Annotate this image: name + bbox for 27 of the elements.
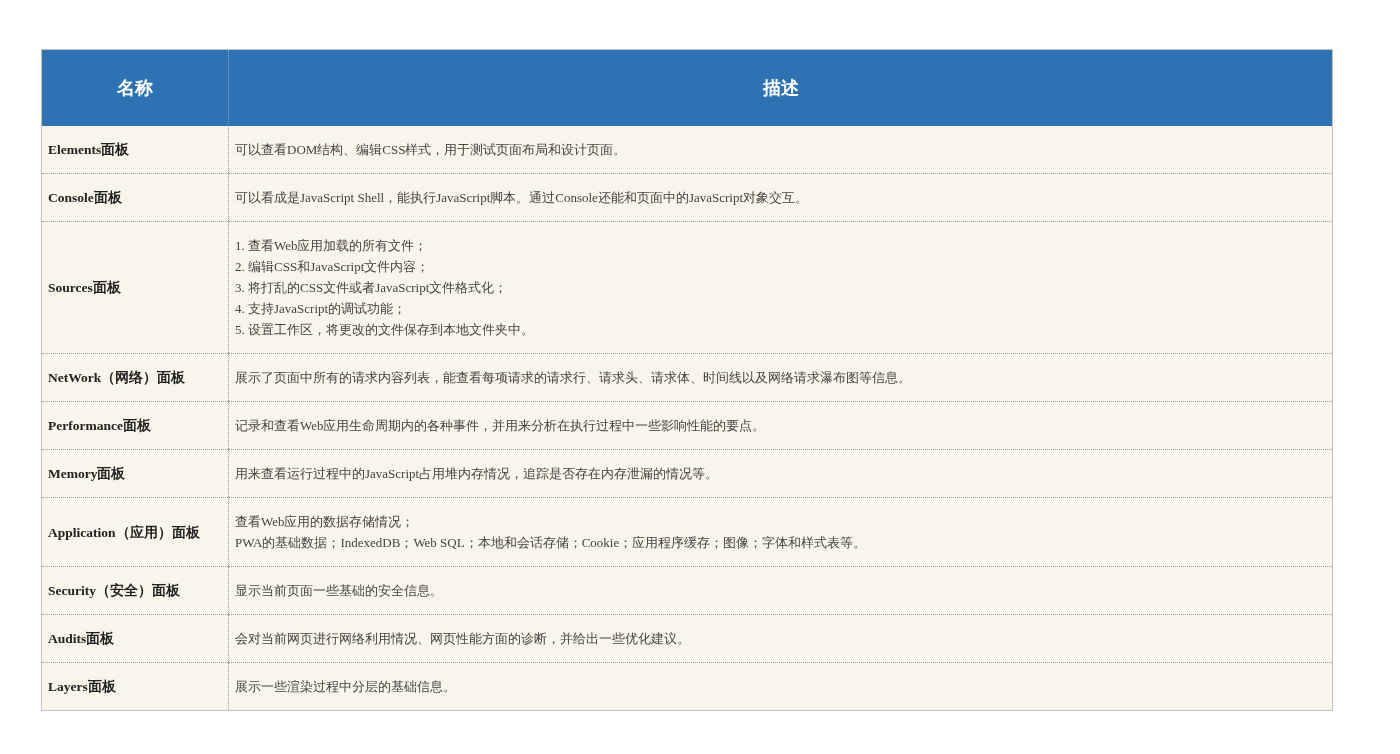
description-text: 4. 支持JavaScript的调试功能； <box>235 300 408 318</box>
description-text: 展示一些渲染过程中分层的基础信息。 <box>235 678 457 696</box>
panel-name: Audits面板 <box>48 630 116 648</box>
description-text: 2. 编辑CSS和JavaScript文件内容； <box>235 258 431 276</box>
column-header: 描述 <box>228 50 1332 126</box>
description-text: 展示了页面中所有的请求内容列表，能查看每项请求的请求行、请求头、请求体、时间线以及网络请求瀑布图等信息。 <box>235 369 912 387</box>
description-text: 3. 将打乱的CSS文件或者JavaScript文件格式化； <box>235 279 509 297</box>
description-text: 5. 设置工作区，将更改的文件保存到本地文件夹中。 <box>235 321 535 339</box>
panel-name: Performance面板 <box>48 417 152 435</box>
panel-name: Application（应用）面板 <box>48 523 201 542</box>
description-text: PWA的基础数据；IndexedDB；Web SQL；本地和会话存储；Cookie；应用程序缓存；图像；字体和样式表等。 <box>235 534 868 552</box>
panel-name: Elements面板 <box>48 141 131 159</box>
panel-name: Memory面板 <box>48 465 127 483</box>
description-text: 用来查看运行过程中的JavaScript占用堆内存情况，追踪是否存在内存泄漏的情况等。 <box>235 465 720 483</box>
description-text: 可以看成是JavaScript Shell，能执行JavaScript脚本。通过Console还能和页面中的JavaScript对象交互。 <box>235 189 810 207</box>
panel-name: Console面板 <box>48 189 123 207</box>
description-text: 显示当前页面一些基础的安全信息。 <box>235 582 444 600</box>
panel-name: Sources面板 <box>48 279 122 297</box>
panel-name: Security（安全）面板 <box>48 582 181 600</box>
panel-name: Layers面板 <box>48 678 117 696</box>
description-text: 可以查看DOM结构、编辑CSS样式，用于测试页面布局和设计页面。 <box>235 141 628 159</box>
panel-name: NetWork（网络）面板 <box>48 369 187 387</box>
description-text: 1. 查看Web应用加载的所有文件； <box>235 237 429 255</box>
column-header: 名称 <box>42 50 228 126</box>
description-text: 查看Web应用的数据存储情况； <box>235 513 416 531</box>
description-text: 会对当前网页进行网络利用情况、网页性能方面的诊断，并给出一些优化建议。 <box>235 630 691 648</box>
description-text: 记录和查看Web应用生命周期内的各种事件，并用来分析在执行过程中一些影响性能的要点。 <box>235 417 767 435</box>
